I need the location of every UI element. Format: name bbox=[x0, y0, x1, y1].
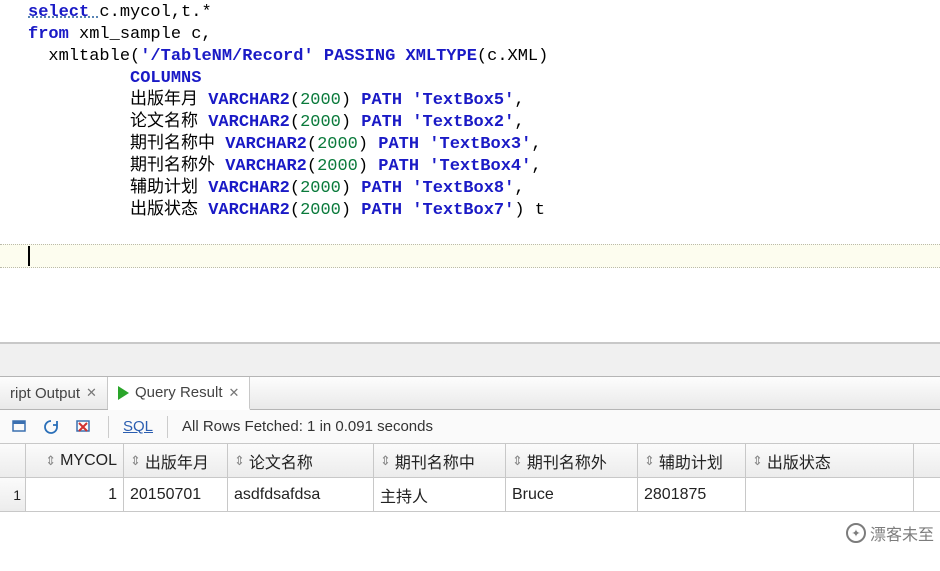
cell[interactable]: 主持人 bbox=[374, 478, 506, 511]
code-line[interactable]: 期刊名称中 VARCHAR2(2000) PATH 'TextBox3', bbox=[0, 134, 940, 156]
code-line[interactable]: 辅助计划 VARCHAR2(2000) PATH 'TextBox8', bbox=[0, 178, 940, 200]
sql-editor[interactable]: select c.mycol,t.*from xml_sample c, xml… bbox=[0, 0, 940, 342]
cell[interactable]: Bruce bbox=[506, 478, 638, 511]
sort-icon: ⇕ bbox=[752, 453, 763, 469]
column-header[interactable]: ⇕ 论文名称 bbox=[228, 444, 374, 477]
pin-icon[interactable] bbox=[8, 416, 30, 438]
code-line[interactable]: 论文名称 VARCHAR2(2000) PATH 'TextBox2', bbox=[0, 112, 940, 134]
cell[interactable] bbox=[746, 478, 914, 511]
cell[interactable]: asdfdsafdsa bbox=[228, 478, 374, 511]
column-label: 出版状态 bbox=[767, 449, 831, 473]
watermark: ✦ 漂客未至 bbox=[846, 521, 934, 545]
cell[interactable]: 20150701 bbox=[124, 478, 228, 511]
column-header[interactable]: ⇕ 出版状态 bbox=[746, 444, 914, 477]
watermark-logo-icon: ✦ bbox=[846, 523, 866, 543]
close-icon[interactable]: ✕ bbox=[86, 385, 97, 401]
refresh-icon[interactable] bbox=[40, 416, 62, 438]
cell[interactable]: 1 bbox=[26, 478, 124, 511]
column-label: 期刊名称外 bbox=[527, 449, 607, 473]
fetch-status: All Rows Fetched: 1 in 0.091 seconds bbox=[182, 418, 433, 435]
code-line[interactable]: 出版状态 VARCHAR2(2000) PATH 'TextBox7') t bbox=[0, 200, 940, 222]
code-line[interactable]: 期刊名称外 VARCHAR2(2000) PATH 'TextBox4', bbox=[0, 156, 940, 178]
column-label: MYCOL bbox=[60, 452, 117, 470]
column-header[interactable]: ⇕ 期刊名称中 bbox=[374, 444, 506, 477]
code-line[interactable]: COLUMNS bbox=[0, 68, 940, 90]
table-row[interactable]: 1 1 20150701 asdfdsafdsa 主持人 Bruce 28018… bbox=[0, 478, 940, 512]
column-label: 辅助计划 bbox=[659, 449, 723, 473]
column-label: 论文名称 bbox=[249, 449, 313, 473]
column-header[interactable]: ⇕ 辅助计划 bbox=[638, 444, 746, 477]
sort-icon: ⇕ bbox=[380, 453, 391, 469]
code-line[interactable]: xmltable('/TableNM/Record' PASSING XMLTY… bbox=[0, 46, 940, 68]
clear-icon[interactable] bbox=[72, 416, 94, 438]
output-tabs: ript Output ✕ Query Result ✕ bbox=[0, 376, 940, 410]
column-label: 出版年月 bbox=[145, 449, 209, 473]
code-line[interactable]: from xml_sample c, bbox=[0, 24, 940, 46]
sort-icon: ⇕ bbox=[45, 453, 56, 469]
toolbar-separator bbox=[167, 416, 168, 438]
sort-icon: ⇕ bbox=[512, 453, 523, 469]
code-line[interactable] bbox=[0, 222, 940, 244]
sort-icon: ⇕ bbox=[644, 453, 655, 469]
column-label: 期刊名称中 bbox=[395, 449, 475, 473]
close-icon[interactable]: ✕ bbox=[229, 385, 240, 401]
result-toolbar: SQL All Rows Fetched: 1 in 0.091 seconds bbox=[0, 410, 940, 444]
code-line[interactable]: select c.mycol,t.* bbox=[0, 2, 940, 24]
sort-icon: ⇕ bbox=[234, 453, 245, 469]
column-header[interactable]: ⇕ 出版年月 bbox=[124, 444, 228, 477]
cell[interactable]: 2801875 bbox=[638, 478, 746, 511]
sql-link[interactable]: SQL bbox=[123, 418, 153, 435]
tab-query-result[interactable]: Query Result ✕ bbox=[108, 377, 250, 410]
rownum-header bbox=[0, 444, 26, 477]
result-grid: ⇕ MYCOL ⇕ 出版年月 ⇕ 论文名称 ⇕ 期刊名称中 ⇕ 期刊名称外 ⇕ … bbox=[0, 444, 940, 512]
caret-icon bbox=[28, 246, 30, 266]
toolbar-separator bbox=[108, 416, 109, 438]
code-line[interactable]: 出版年月 VARCHAR2(2000) PATH 'TextBox5', bbox=[0, 90, 940, 112]
current-line[interactable] bbox=[0, 244, 940, 268]
rownum-cell: 1 bbox=[0, 478, 26, 511]
column-header[interactable]: ⇕ MYCOL bbox=[26, 444, 124, 477]
grid-header-row: ⇕ MYCOL ⇕ 出版年月 ⇕ 论文名称 ⇕ 期刊名称中 ⇕ 期刊名称外 ⇕ … bbox=[0, 444, 940, 478]
tab-label: ript Output bbox=[10, 385, 80, 402]
sort-icon: ⇕ bbox=[130, 453, 141, 469]
tab-script-output[interactable]: ript Output ✕ bbox=[0, 377, 108, 409]
editor-splitter[interactable] bbox=[0, 342, 940, 376]
tab-label: Query Result bbox=[135, 384, 223, 401]
play-icon bbox=[118, 386, 129, 400]
column-header[interactable]: ⇕ 期刊名称外 bbox=[506, 444, 638, 477]
watermark-text: 漂客未至 bbox=[870, 521, 934, 545]
